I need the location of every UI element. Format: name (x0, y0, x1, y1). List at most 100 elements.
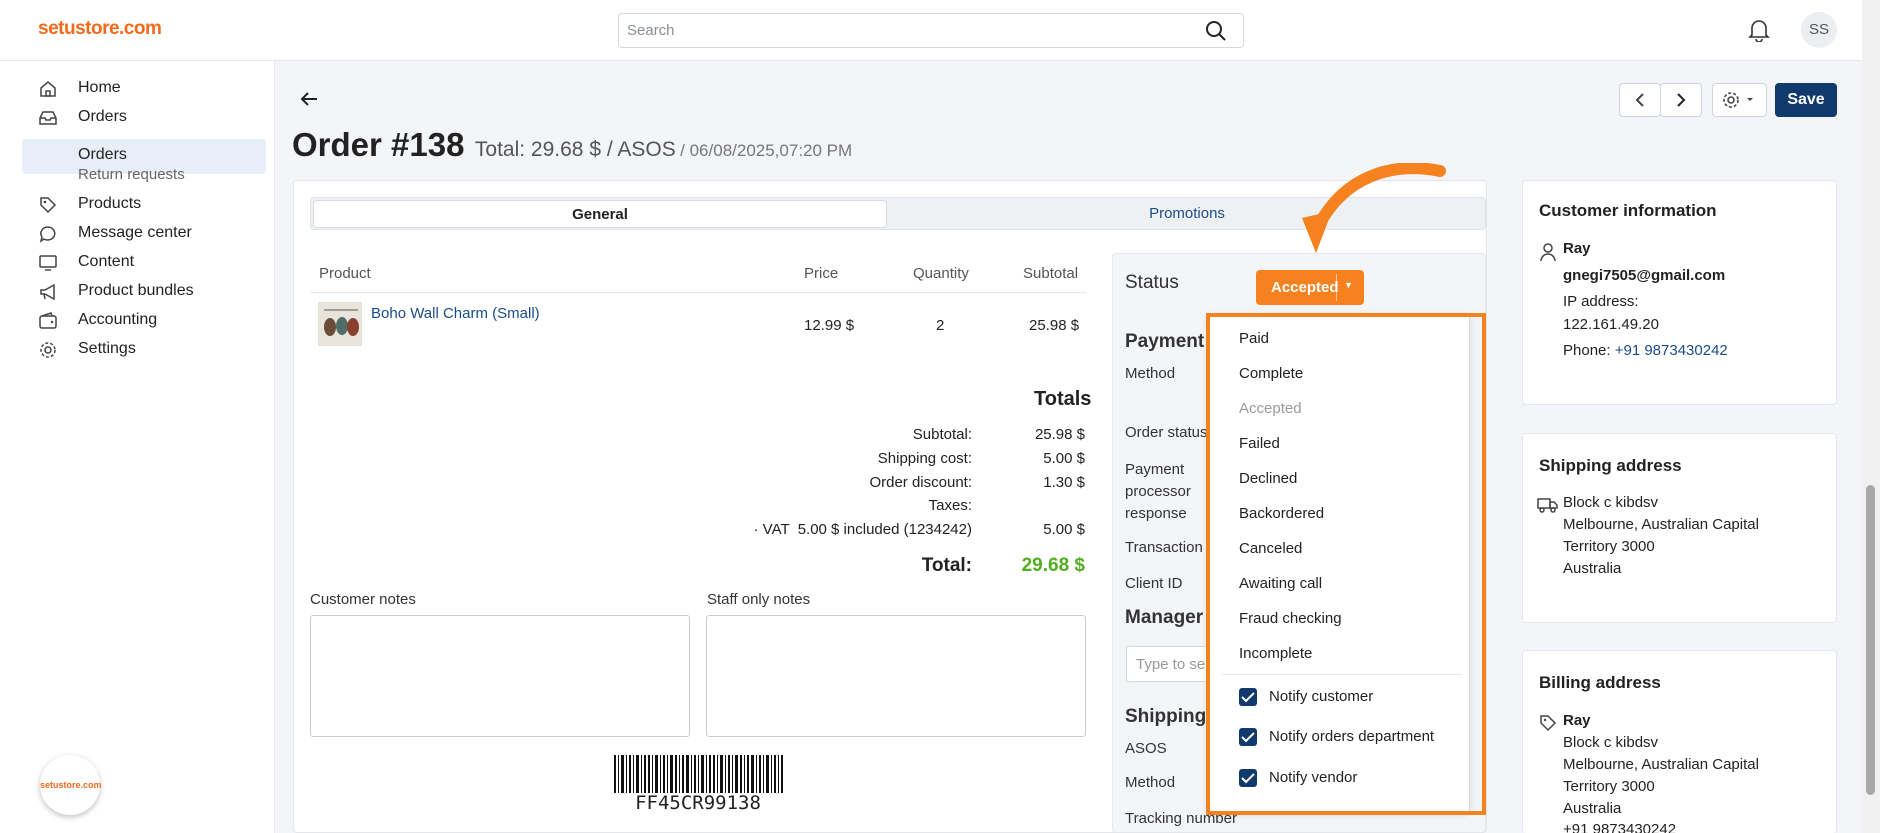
ip-address-value: 122.161.49.20 (1563, 316, 1659, 333)
totals-label: Order discount: (869, 474, 972, 491)
shipping-address-line: Melbourne, Australian Capital (1563, 516, 1759, 533)
shipping-address-heading: Shipping address (1539, 456, 1682, 475)
manager-heading: Manager (1125, 607, 1204, 628)
user-avatar[interactable]: SS (1801, 12, 1837, 48)
next-order-button[interactable] (1660, 83, 1702, 117)
sidebar-item-label: Settings (78, 340, 136, 357)
settings-menu-button[interactable] (1712, 83, 1767, 117)
staff-notes-label: Staff only notes (707, 591, 811, 608)
column-header-quantity: Quantity (913, 265, 969, 282)
ip-address-label: IP address: (1563, 293, 1639, 310)
payment-method-label: Method (1125, 365, 1176, 382)
totals-value: 1.30 $ (1043, 474, 1085, 491)
sidebar-item-label: Home (78, 79, 121, 96)
sidebar: Home Orders Orders Return requests Produ… (0, 61, 275, 833)
megaphone-icon (40, 283, 55, 301)
manager-input[interactable]: Type to se (1126, 646, 1216, 682)
sidebar-item-label: Products (78, 195, 142, 212)
status-value: Accepted (1271, 279, 1339, 296)
sidebar-item-label: Orders (78, 108, 127, 125)
search-placeholder: Search (627, 22, 675, 39)
chevron-left-icon (1635, 93, 1644, 107)
gear-icon (40, 342, 56, 358)
phone-row: Phone: +91 9873430242 (1563, 342, 1728, 359)
status-label: Status (1125, 272, 1179, 293)
billing-address-line: Australia (1563, 800, 1622, 817)
search-input[interactable]: Search (618, 13, 1244, 48)
scrollbar-thumb[interactable] (1866, 485, 1875, 795)
search-icon[interactable] (1205, 20, 1227, 42)
order-status-label: Order status (1125, 424, 1208, 441)
customer-notes-label: Customer notes (310, 591, 416, 608)
bell-icon[interactable] (1748, 18, 1770, 42)
order-date: / 06/08/2025,07:20 PM (680, 141, 853, 160)
chat-widget-logo[interactable]: setustore.com (40, 755, 102, 815)
processor-response-label: Payment processor response (1125, 461, 1191, 522)
annotation-arrow-icon (1302, 163, 1446, 253)
billing-name[interactable]: Ray (1563, 712, 1591, 729)
product-subtotal: 25.98 $ (1029, 317, 1080, 334)
tab-general[interactable]: General (313, 200, 887, 228)
column-header-product: Product (319, 265, 371, 282)
totals-label: · VAT 5.00 $ included (1234242) (753, 521, 972, 538)
billing-phone-link[interactable]: +91 9873430242 (1563, 821, 1676, 833)
billing-address-line: Melbourne, Australian Capital (1563, 756, 1759, 773)
top-bar: setustore.com Search SS (0, 0, 1880, 61)
button-divider (1336, 274, 1337, 301)
customer-notes-textarea[interactable] (310, 615, 690, 737)
phone-link[interactable]: +91 9873430242 (1615, 342, 1728, 359)
total-value: 29.68 $ (1021, 555, 1085, 576)
sidebar-item-label: Return requests (78, 166, 185, 183)
sidebar-item-label: Content (78, 253, 135, 270)
status-dropdown-button[interactable]: Accepted ▼ (1256, 270, 1364, 305)
customer-email-link[interactable]: gnegi7505@gmail.com (1563, 267, 1725, 284)
product-quantity: 2 (936, 317, 945, 334)
totals-value: 5.00 $ (1043, 521, 1085, 538)
chevron-right-icon (1677, 93, 1686, 107)
staff-notes-textarea[interactable] (706, 615, 1086, 737)
totals-value: 5.00 $ (1043, 450, 1085, 467)
wallet-icon (39, 312, 57, 329)
totals-value: 25.98 $ (1034, 426, 1085, 443)
client-id-label: Client ID (1125, 575, 1183, 592)
sidebar-item-label: Message center (78, 224, 192, 241)
shipping-vendor: ASOS (1125, 740, 1167, 757)
sidebar-item-settings[interactable]: Settings (22, 332, 266, 367)
sidebar-item-label: Accounting (78, 311, 158, 328)
sidebar-item-orders[interactable]: Orders (22, 100, 266, 135)
previous-order-button[interactable] (1619, 83, 1661, 117)
billing-address-heading: Billing address (1539, 673, 1661, 692)
total-label: Total: (921, 555, 972, 576)
product-price: 12.99 $ (804, 317, 855, 334)
sidebar-item-label: Product bundles (78, 282, 194, 299)
brand-logo[interactable]: setustore.com (38, 18, 162, 40)
billing-address-line: Block c kibdsv (1563, 734, 1659, 751)
column-header-price: Price (804, 265, 839, 282)
transaction-label: Transaction (1125, 539, 1203, 556)
phone-label: Phone: (1563, 342, 1611, 359)
billing-address-line: Territory 3000 (1563, 778, 1655, 795)
totals-label: Taxes: (928, 497, 972, 514)
shipping-address-line: Territory 3000 (1563, 538, 1655, 555)
shipping-method-label: Method (1125, 774, 1176, 791)
save-button[interactable]: Save (1775, 83, 1837, 117)
barcode-image (614, 755, 783, 793)
back-arrow-icon[interactable] (298, 88, 320, 110)
order-number: Order #138 (292, 126, 465, 163)
shipping-address-line: Block c kibdsv (1563, 494, 1659, 511)
customer-name-link[interactable]: Ray (1563, 240, 1591, 257)
tag-icon (40, 197, 57, 214)
product-link[interactable]: Boho Wall Charm (Small) (371, 305, 540, 322)
truck-icon (1537, 498, 1558, 513)
user-icon (1540, 243, 1556, 262)
customer-info-heading: Customer information (1539, 201, 1717, 220)
totals-label: Shipping cost: (877, 450, 972, 467)
page-title: Order #138 Total: 29.68 $ / ASOS / 06/08… (292, 126, 852, 164)
home-icon (40, 81, 56, 97)
column-header-subtotal: Subtotal (1023, 265, 1079, 282)
highlight-box (1206, 313, 1486, 815)
product-thumbnail[interactable] (318, 302, 362, 346)
inbox-icon (39, 111, 57, 125)
shipping-heading: Shipping (1125, 706, 1207, 727)
payment-heading: Payment (1125, 331, 1205, 352)
